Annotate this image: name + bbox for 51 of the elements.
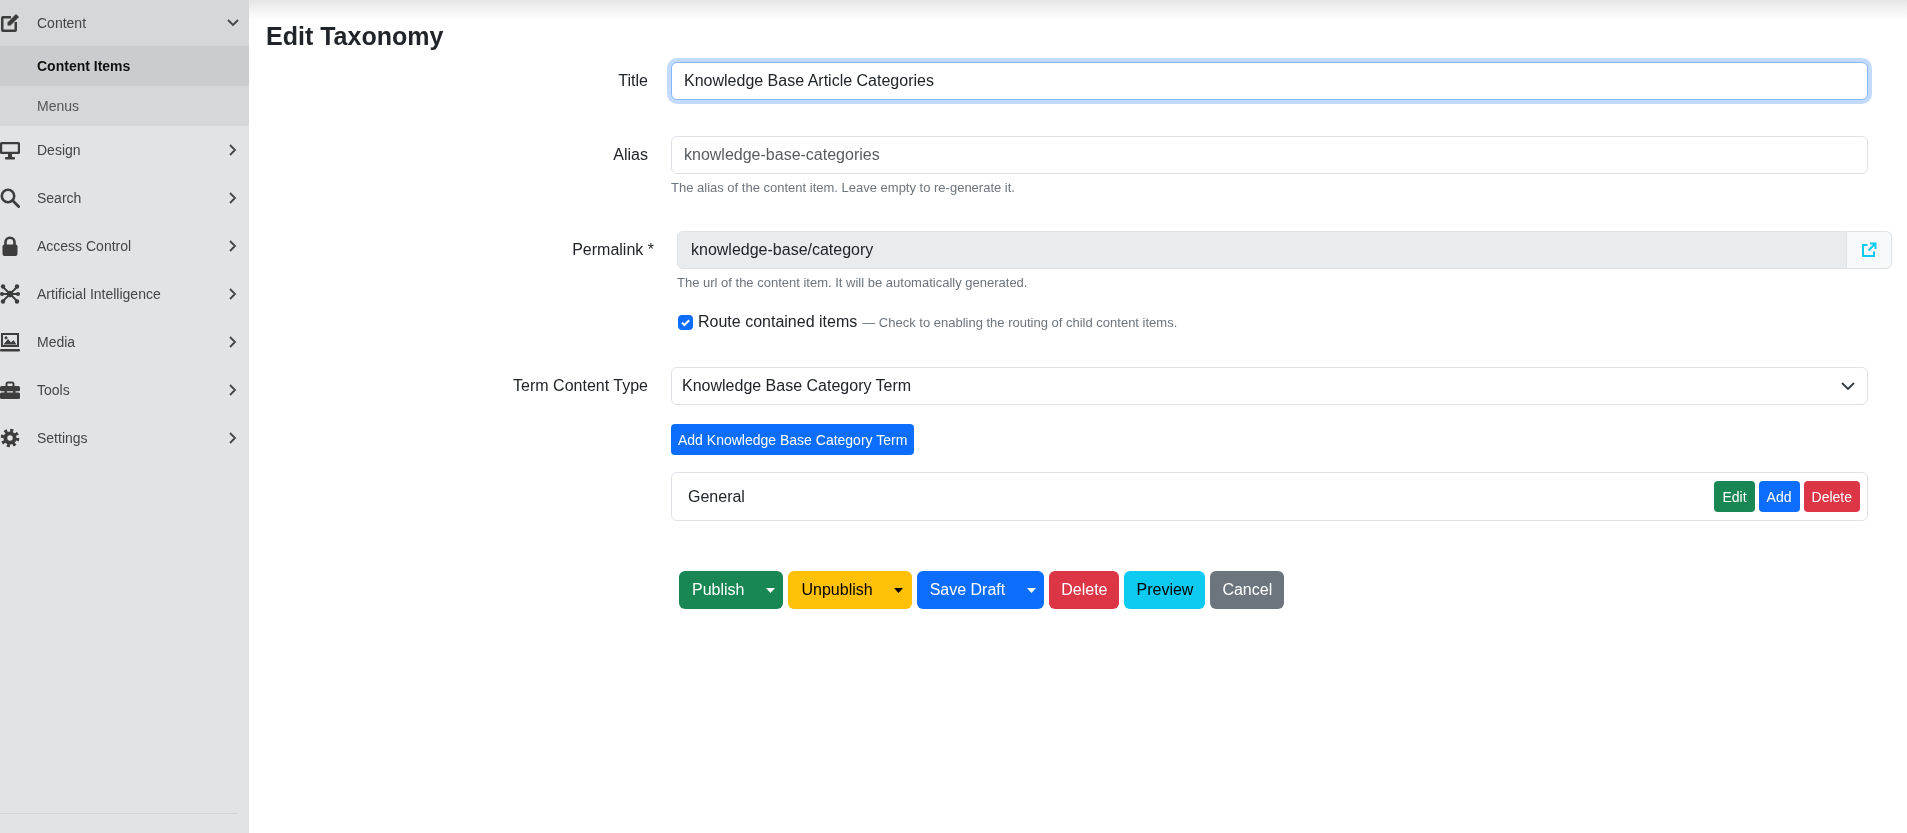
monitor-icon [0,140,20,160]
field-label: Title [617,72,648,90]
add-term-button[interactable]: Add Knowledge Base Category Term [671,424,915,455]
sidebar-item[interactable]: Access Control [0,222,249,270]
action-button[interactable]: Publish [679,571,758,609]
checkbox-hint: — Check to enabling the routing of child content items. [862,314,1178,330]
nodes-icon [0,284,20,304]
input-field[interactable]: Knowledge Base Article Categories [671,62,1868,100]
checkbox-label: Route contained items [698,313,858,331]
search-icon [0,188,20,208]
page-title: Edit Taxonomy [265,21,445,52]
action-button[interactable]: Preview [1124,571,1206,609]
edit-icon [0,13,20,33]
sidebar-subitem[interactable]: Content Items [0,46,249,86]
toolbox-icon [0,380,20,400]
action-button[interactable]: Cancel [1210,571,1285,609]
caret-icon [766,587,775,593]
dropdown-toggle[interactable] [885,571,912,609]
term-action-button[interactable]: Add [1758,481,1800,512]
lock-icon [0,236,20,256]
action-button[interactable]: Delete [1049,571,1120,609]
permalink-field[interactable]: knowledge-base/category [677,231,1847,269]
input-field[interactable]: knowledge-base-categories [671,136,1868,174]
sidebar-item[interactable]: Tools [0,366,249,414]
settings-icon [0,428,20,448]
image-icon [0,332,20,352]
help-text: The alias of the content item. Leave empty to re-generate it. [671,180,1015,196]
action-button[interactable]: Unpublish [788,571,886,609]
checkbox[interactable] [678,314,693,330]
sidebar-item[interactable]: Design [0,126,249,174]
term-name: General [688,487,745,506]
field-label: Alias [612,146,648,164]
sidebar-item[interactable]: Artificial Intelligence [0,270,249,318]
field-label: Permalink * [571,241,654,259]
action-button[interactable]: Save Draft [916,571,1019,609]
sidebar-item[interactable]: Search [0,174,249,222]
caret-icon [1026,587,1036,593]
dropdown-toggle[interactable] [1018,571,1045,609]
caret-icon [894,587,904,593]
help-text: The url of the content item. It will be automatically generated. [677,275,1028,291]
term-action-button[interactable]: Edit [1714,481,1755,512]
sidebar-subitem[interactable]: Menus [0,86,249,126]
sidebar-item[interactable]: Media [0,318,249,366]
sidebar-item[interactable]: Settings [0,414,249,462]
term-action-button[interactable]: Delete [1803,481,1860,512]
sidebar-item[interactable]: Content [0,0,249,46]
dropdown-toggle[interactable] [757,571,784,609]
field-label: Term Content Type [512,377,648,395]
external-link-icon [1861,242,1877,258]
chevron-down-icon [1841,382,1855,390]
select-field[interactable]: Knowledge Base Category Term [671,367,1868,405]
